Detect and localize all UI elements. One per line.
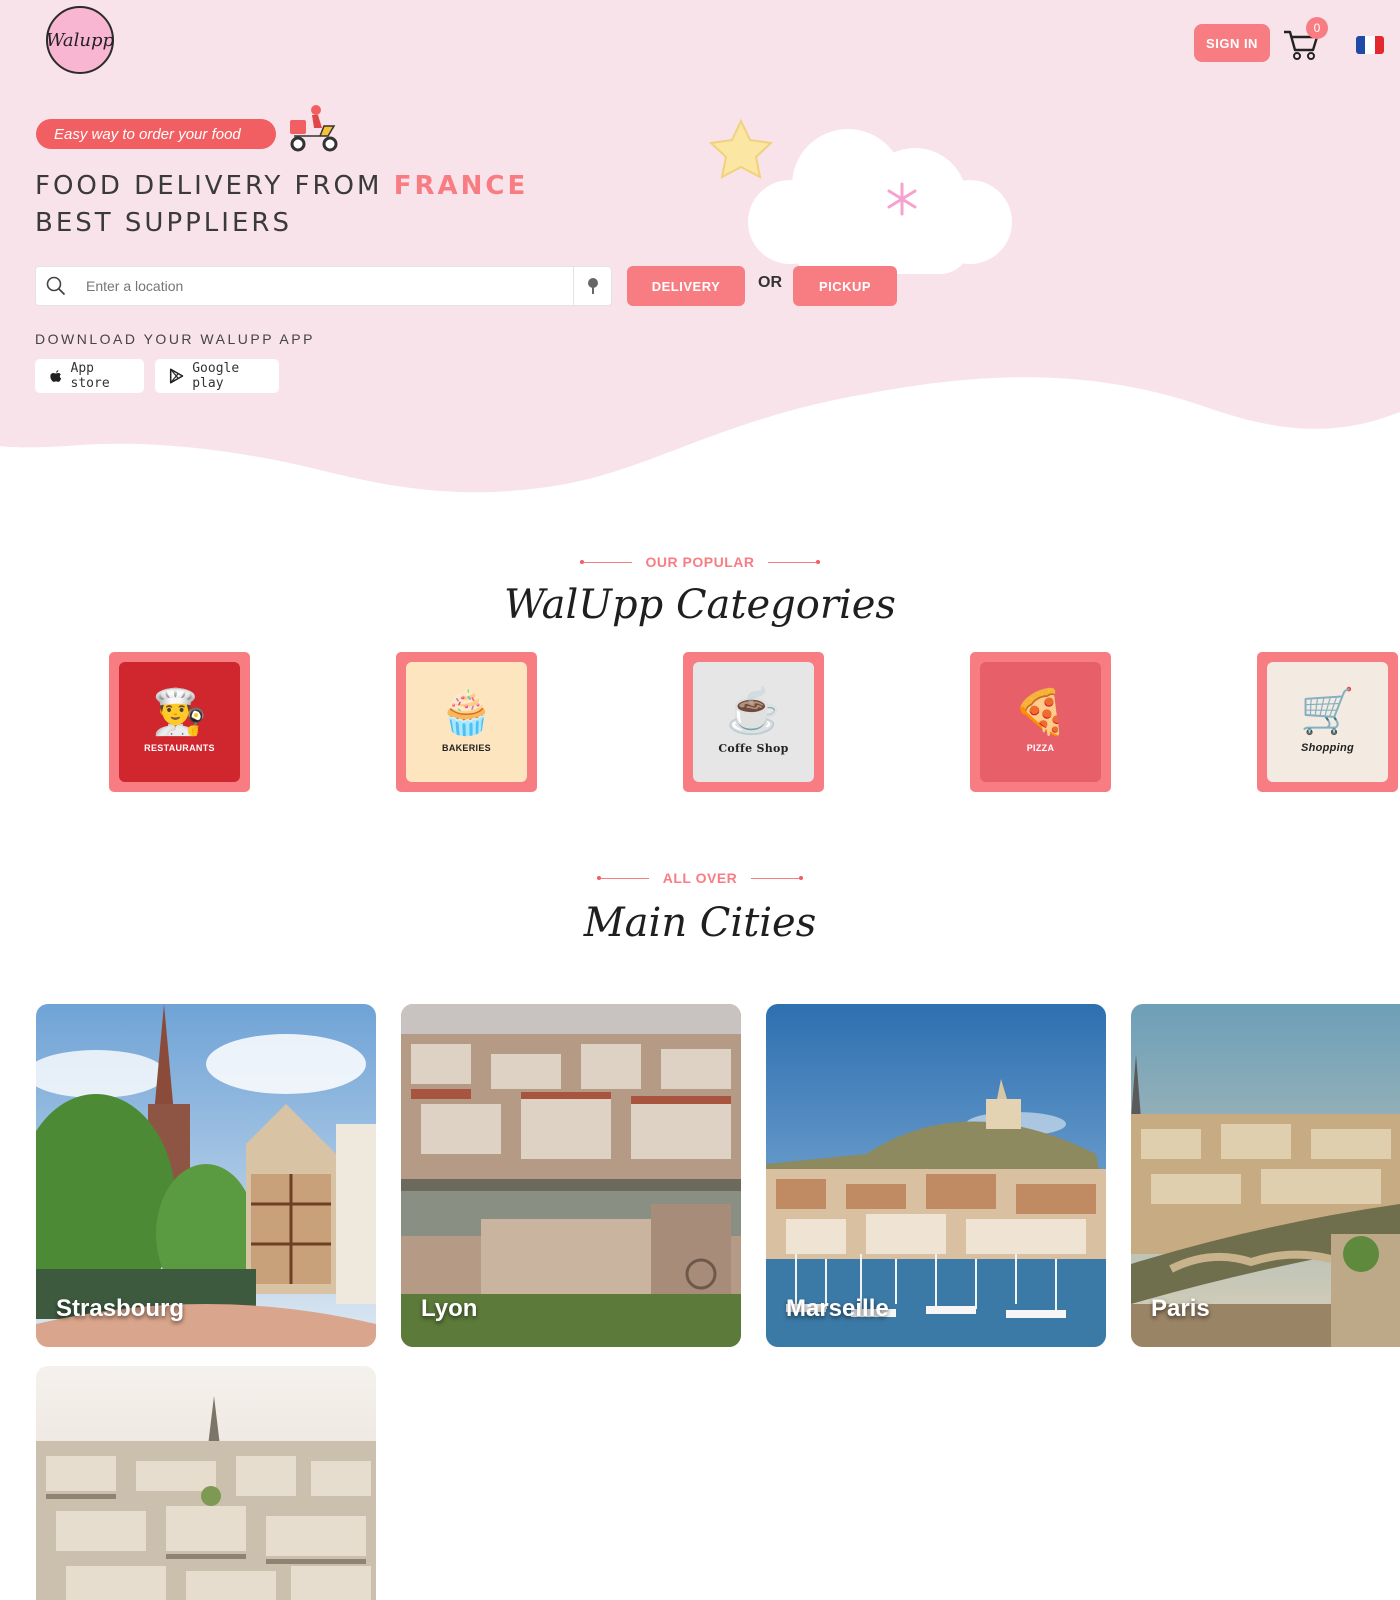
cart-count-badge: 0 (1306, 17, 1328, 39)
walupp-logo[interactable]: Walupp (46, 6, 114, 74)
hero-background (0, 0, 1400, 493)
category-label: RESTAURANTS (144, 743, 215, 753)
categories-title: WalUpp Categories (504, 582, 896, 628)
category-shopping[interactable]: 🛒 Shopping (1257, 652, 1398, 792)
city-photo (36, 1366, 376, 1600)
city-card-lyon[interactable]: Lyon (401, 1004, 741, 1347)
delivery-scooter-icon (290, 105, 338, 152)
category-coffee-shop[interactable]: ☕ Coffe Shop (683, 652, 824, 792)
city-name: Strasbourg (56, 1295, 185, 1322)
category-pizza[interactable]: 🍕 PIZZA (970, 652, 1111, 792)
category-label: Shopping (1300, 742, 1355, 754)
category-bakeries[interactable]: 🧁 BAKERIES (396, 652, 537, 792)
pickup-button[interactable]: PICKUP (793, 266, 897, 306)
city-card-paris[interactable]: Paris (1131, 1004, 1400, 1347)
google-play-label: Google play (192, 361, 240, 391)
city-name: Lyon (421, 1295, 478, 1322)
logo-text: Walupp (45, 29, 115, 51)
headline-accent: FRANCE (393, 171, 529, 201)
chef-icon: 👨‍🍳 (152, 688, 207, 737)
kicker-line-right (751, 876, 804, 880)
category-label: BAKERIES (442, 743, 491, 753)
city-name: Marseille (786, 1295, 889, 1322)
location-search-bar (35, 266, 612, 306)
kicker-line-left (596, 876, 649, 880)
apple-icon (50, 370, 62, 382)
download-app-label: DOWNLOAD YOUR WALUPP APP (35, 331, 315, 347)
hero-headline: FOOD DELIVERY FROM FRANCE BEST SUPPLIERS (35, 168, 555, 242)
hero-section (0, 0, 1400, 500)
category-restaurants[interactable]: 👨‍🍳 RESTAURANTS (109, 652, 250, 792)
tagline-pill: Easy way to order your food (36, 119, 276, 149)
city-card-strasbourg[interactable]: Strasbourg (36, 1004, 376, 1347)
location-input[interactable] (76, 278, 573, 294)
pizza-chef-icon: 🍕 (1013, 688, 1068, 737)
shopping-cart-icon: 🛒 (1300, 687, 1355, 736)
cities-kicker: ALL OVER (0, 870, 1400, 886)
categories-kicker: OUR POPULAR (0, 554, 1400, 570)
french-flag-icon[interactable] (1356, 36, 1384, 54)
coffee-cup-icon: ☕ (726, 686, 781, 736)
map-pin-icon[interactable] (573, 267, 611, 305)
cities-title: Main Cities (583, 900, 817, 946)
kicker-line-right (768, 560, 821, 564)
category-label: PIZZA (1026, 743, 1055, 753)
delivery-button[interactable]: DELIVERY (627, 266, 745, 306)
google-play-icon (169, 368, 184, 384)
google-play-button[interactable]: Google play (155, 359, 279, 393)
cupcake-icon: 🧁 (439, 688, 494, 737)
app-store-label: App store (70, 361, 110, 391)
headline-part-1: FOOD DELIVERY FROM (35, 171, 383, 201)
headline-part-2: BEST SUPPLIERS (35, 208, 292, 238)
city-card-marseille[interactable]: Marseille (766, 1004, 1106, 1347)
search-icon (36, 266, 76, 306)
kicker-line-left (579, 560, 632, 564)
sign-in-button[interactable]: SIGN IN (1194, 24, 1270, 62)
or-label: OR (758, 274, 782, 291)
city-name: Paris (1151, 1295, 1210, 1322)
category-label: Coffe Shop (718, 741, 789, 755)
app-store-button[interactable]: App store (35, 359, 144, 393)
cities-kicker-text: ALL OVER (662, 870, 738, 886)
categories-kicker-text: OUR POPULAR (645, 554, 755, 570)
city-card-5[interactable] (36, 1366, 376, 1600)
